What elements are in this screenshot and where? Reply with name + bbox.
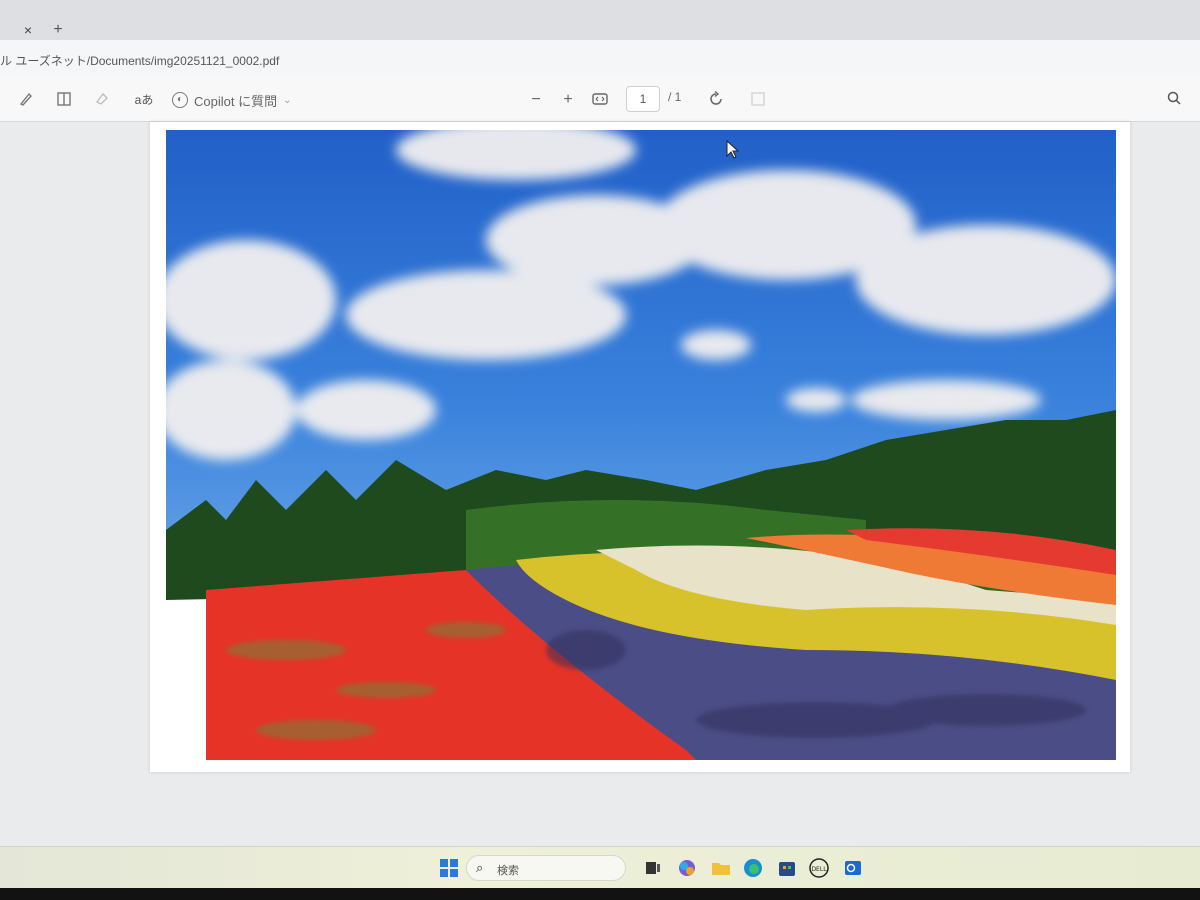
copilot-icon: ◐ — [172, 92, 188, 108]
taskbar-search[interactable]: ⌕ 検索 — [466, 855, 626, 881]
two-page-icon[interactable] — [748, 90, 768, 110]
files-icon[interactable] — [710, 857, 732, 879]
pdf-page[interactable] — [150, 122, 1130, 772]
text-icon[interactable]: aあ — [132, 90, 156, 110]
document-area[interactable] — [0, 122, 1200, 850]
chevron-down-icon: ⌄ — [283, 94, 292, 106]
store-icon[interactable] — [776, 857, 798, 879]
zoom-in-button[interactable]: + — [558, 90, 578, 110]
windows-icon[interactable] — [438, 857, 460, 879]
erase-icon[interactable] — [92, 90, 112, 110]
outlook-icon[interactable] — [842, 857, 864, 879]
copilot-ask-button[interactable]: ◐ Copilot に質問 ⌄ — [172, 88, 291, 112]
fit-page-icon[interactable] — [590, 90, 610, 110]
tab-strip: × + — [0, 0, 1200, 40]
search-icon[interactable] — [1164, 90, 1184, 110]
draw-icon[interactable] — [16, 90, 36, 110]
screen: × + ル ユーズネット/Documents/img20251121_0002.… — [0, 0, 1200, 900]
copilot-label: Copilot に質問 — [194, 93, 278, 109]
task-view-icon[interactable] — [642, 857, 664, 879]
new-tab-icon[interactable]: + — [46, 18, 70, 42]
zoom-out-button[interactable]: − — [526, 90, 546, 110]
monitor-bezel — [0, 888, 1200, 900]
close-tab-icon[interactable]: × — [16, 18, 40, 42]
address-path[interactable]: ル ユーズネット/Documents/img20251121_0002.pdf — [0, 52, 279, 69]
page-number-input[interactable]: 1 — [626, 86, 660, 112]
mouse-cursor-icon — [726, 140, 740, 159]
page-total: / 1 — [668, 90, 682, 104]
search-icon: ⌕ — [476, 860, 484, 875]
taskbar: ⌕ 検索 DELL — [0, 846, 1200, 888]
address-bar[interactable]: ル ユーズネット/Documents/img20251121_0002.pdf — [0, 40, 1200, 76]
flower-field-photo — [166, 130, 1116, 760]
layout-icon[interactable] — [54, 90, 74, 110]
pdf-toolbar: aあ ◐ Copilot に質問 ⌄ − + 1 / 1 — [0, 76, 1200, 122]
rotate-icon[interactable] — [706, 90, 726, 110]
dell-icon[interactable]: DELL — [808, 857, 830, 879]
copilot-taskbar-icon[interactable] — [676, 857, 698, 879]
svg-text:DELL: DELL — [811, 866, 827, 873]
edge-icon[interactable] — [742, 857, 764, 879]
search-label: 検索 — [497, 865, 519, 877]
